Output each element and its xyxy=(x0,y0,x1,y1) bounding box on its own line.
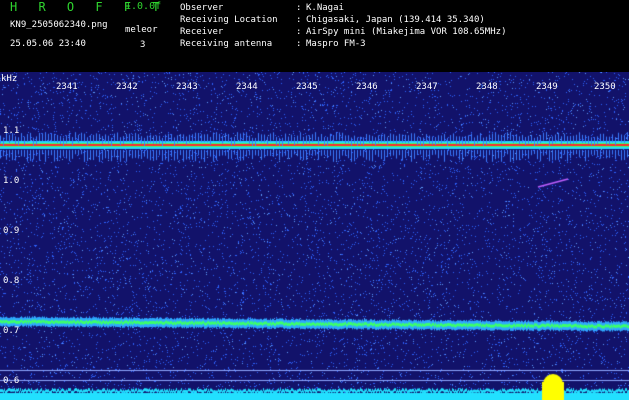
version-label: 1.0.0f xyxy=(125,1,162,12)
file-name: KN9_2505062340.png xyxy=(10,20,108,30)
header-panel: H R O F F T 1.0.0f KN9_2505062340.png me… xyxy=(0,0,629,72)
x-tick-2350: 2350 xyxy=(594,82,616,92)
meteor-label: meleor xyxy=(125,25,158,35)
meteor-count: 3 xyxy=(140,40,146,50)
x-tick-2344: 2344 xyxy=(236,82,258,92)
x-tick-2349: 2349 xyxy=(536,82,558,92)
unit-label: kHz xyxy=(1,74,18,84)
y-tick-1.0: 1.0 xyxy=(3,176,20,186)
spectrogram-plot xyxy=(0,72,629,400)
observer-value: K.Nagai xyxy=(306,3,344,13)
observer-key: Observer xyxy=(180,3,224,13)
x-tick-2345: 2345 xyxy=(296,82,318,92)
x-tick-2343: 2343 xyxy=(176,82,198,92)
y-tick-0.6: 0.6 xyxy=(3,376,20,386)
receiver-sep: : xyxy=(296,27,302,37)
observer-sep: : xyxy=(296,3,302,13)
location-key: Receiving Location xyxy=(180,15,278,25)
antenna-key: Receiving antenna xyxy=(180,39,273,49)
receiver-key: Receiver xyxy=(180,27,224,37)
antenna-value: Maspro FM-3 xyxy=(306,39,366,49)
x-tick-2341: 2341 xyxy=(56,82,78,92)
x-tick-2342: 2342 xyxy=(116,82,138,92)
x-tick-2346: 2346 xyxy=(356,82,378,92)
y-tick-0.8: 0.8 xyxy=(3,276,20,286)
location-sep: : xyxy=(296,15,302,25)
location-value: Chigasaki, Japan (139.414 35.340) xyxy=(306,15,485,25)
y-tick-1.1: 1.1 xyxy=(3,126,20,136)
y-tick-0.9: 0.9 xyxy=(3,226,20,236)
antenna-sep: : xyxy=(296,39,302,49)
x-tick-2348: 2348 xyxy=(476,82,498,92)
y-tick-0.7: 0.7 xyxy=(3,326,20,336)
x-tick-2347: 2347 xyxy=(416,82,438,92)
datetime-label: 25.05.06 23:40 xyxy=(10,39,86,49)
receiver-value: AirSpy mini (Miakejima VOR 108.65MHz) xyxy=(306,27,507,37)
